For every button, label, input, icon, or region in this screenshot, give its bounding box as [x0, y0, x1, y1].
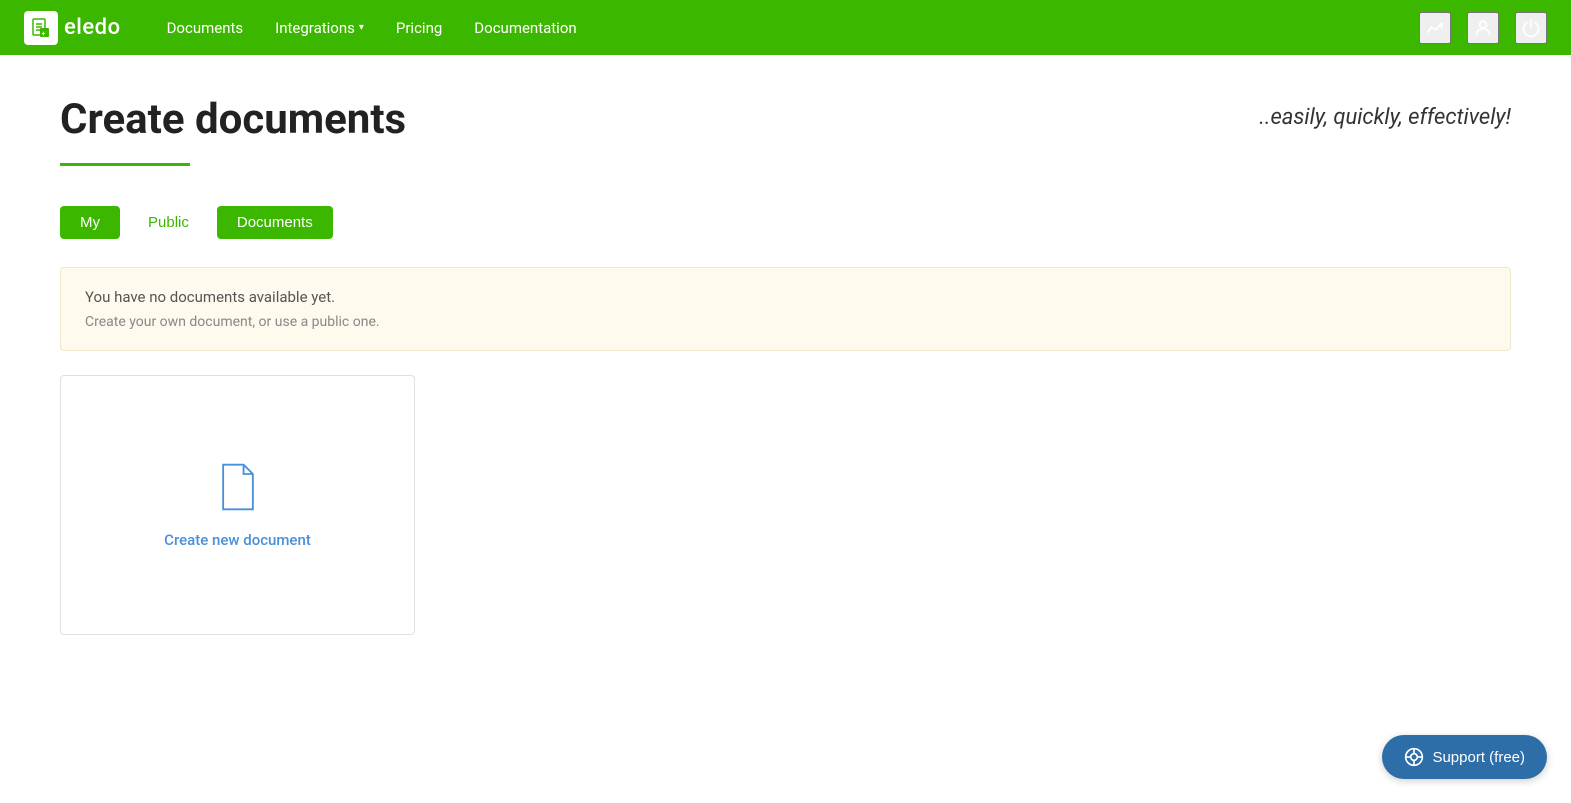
tab-public[interactable]: Public: [128, 206, 209, 239]
tabs-section: My Public Documents: [60, 206, 1511, 239]
nav-documentation[interactable]: Documentation: [460, 11, 590, 45]
nav-integrations[interactable]: Integrations ▾: [261, 11, 378, 45]
hero-right: ..easily, quickly, effectively!: [786, 95, 1512, 130]
user-icon: [1473, 18, 1493, 38]
tab-documents[interactable]: Documents: [217, 206, 333, 239]
brand-name: eledo: [64, 15, 121, 40]
support-button-label: Support (free): [1432, 749, 1525, 766]
chart-icon: [1425, 18, 1445, 38]
svg-text:+: +: [42, 30, 46, 38]
hero-left: Create documents: [60, 95, 786, 166]
hero-section: Create documents ..easily, quickly, effe…: [60, 95, 1511, 166]
nav-documents[interactable]: Documents: [153, 11, 258, 45]
documents-grid: Create new document: [60, 375, 1511, 635]
support-button[interactable]: Support (free): [1382, 735, 1547, 779]
power-icon-button[interactable]: [1515, 12, 1547, 44]
brand-logo[interactable]: + eledo: [24, 11, 121, 45]
create-new-document-label: Create new document: [164, 531, 311, 549]
new-document-icon: [214, 461, 262, 517]
page-title: Create documents: [60, 95, 786, 145]
no-documents-alert: You have no documents available yet. Cre…: [60, 267, 1511, 351]
user-icon-button[interactable]: [1467, 12, 1499, 44]
create-new-document-card[interactable]: Create new document: [60, 375, 415, 635]
main-content: Create documents ..easily, quickly, effe…: [0, 55, 1571, 675]
brand-icon: +: [24, 11, 58, 45]
support-icon: [1404, 747, 1424, 767]
tab-my[interactable]: My: [60, 206, 120, 239]
hero-divider: [60, 163, 190, 166]
navbar-right-icons: [1419, 12, 1547, 44]
alert-title: You have no documents available yet.: [85, 288, 1486, 306]
alert-body: Create your own document, or use a publi…: [85, 314, 1486, 330]
hero-tagline: ..easily, quickly, effectively!: [1259, 105, 1511, 130]
nav-links: Documents Integrations ▾ Pricing Documen…: [153, 11, 1419, 45]
chart-icon-button[interactable]: [1419, 12, 1451, 44]
nav-pricing[interactable]: Pricing: [382, 11, 456, 45]
power-icon: [1521, 18, 1541, 38]
navbar: + eledo Documents Integrations ▾ Pricing…: [0, 0, 1571, 55]
integrations-dropdown-arrow: ▾: [359, 22, 364, 33]
